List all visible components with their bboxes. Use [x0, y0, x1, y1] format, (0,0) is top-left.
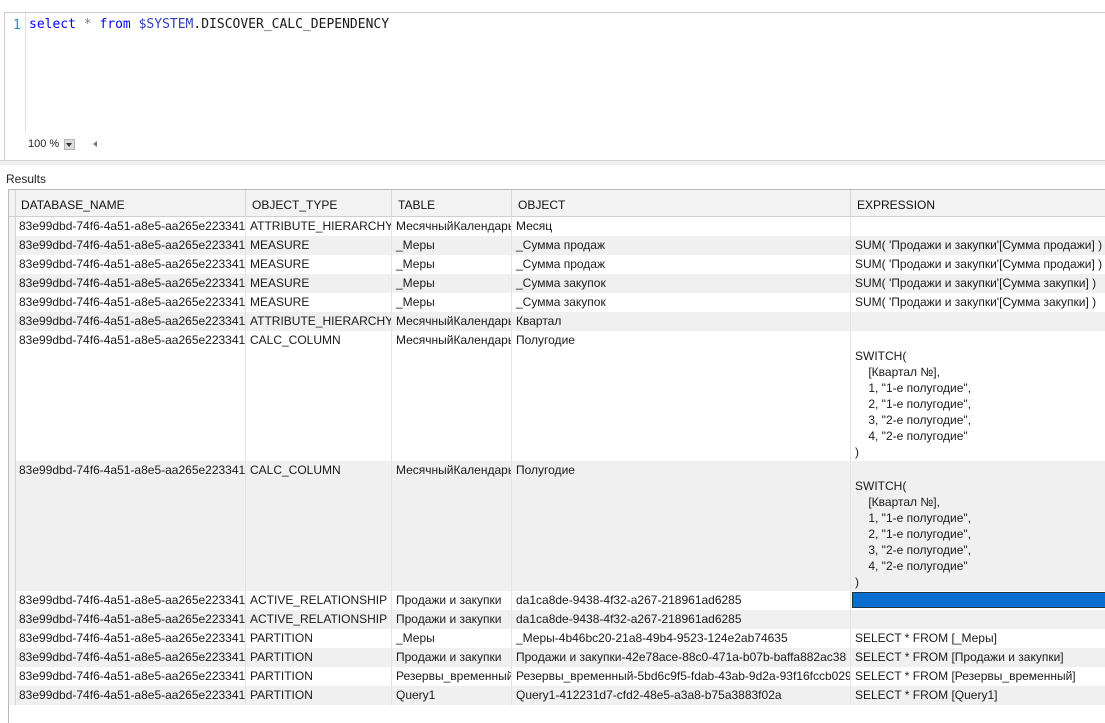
results-grid[interactable]: DATABASE_NAME OBJECT_TYPE TABLE OBJECT EXPRE…: [8, 189, 1105, 723]
column-divider: [850, 216, 851, 705]
sql-keyword-from: from: [99, 17, 131, 32]
cell-table[interactable]: МесячныйКалендарь: [392, 313, 512, 331]
query-text[interactable]: select * from $SYSTEM.DISCOVER_CALC_DEPE…: [29, 17, 389, 32]
line-number-gutter: 1: [5, 13, 26, 133]
cell-object[interactable]: Полугодие: [512, 332, 851, 461]
cell-database-name[interactable]: 83e99dbd-74f6-4a51-a8e5-aa265e223341: [15, 256, 246, 274]
cell-object-type[interactable]: ATTRIBUTE_HIERARCHY: [246, 218, 392, 236]
cell-object-type[interactable]: ACTIVE_RELATIONSHIP: [246, 592, 392, 610]
cell-expression[interactable]: SELECT * FROM [Резервы_временный]: [851, 668, 1105, 686]
cell-expression[interactable]: SWITCH( [Квартал №], 1, "1-е полугодие",…: [851, 332, 1105, 461]
cell-object[interactable]: Полугодие: [512, 462, 851, 591]
cell-object-type[interactable]: MEASURE: [246, 294, 392, 312]
column-header-expression[interactable]: EXPRESSION: [851, 190, 1105, 216]
line-number: 1: [13, 18, 21, 33]
cell-database-name[interactable]: 83e99dbd-74f6-4a51-a8e5-aa265e223341: [15, 592, 246, 610]
cell-table[interactable]: Продажи и закупки: [392, 611, 512, 629]
cell-database-name[interactable]: 83e99dbd-74f6-4a51-a8e5-aa265e223341: [15, 668, 246, 686]
cell-database-name[interactable]: 83e99dbd-74f6-4a51-a8e5-aa265e223341: [15, 649, 246, 667]
cell-expression[interactable]: SUM( 'Продажи и закупки'[Сумма продажи] …: [851, 256, 1105, 274]
sql-system-schema: $SYSTEM: [138, 17, 194, 32]
cell-object[interactable]: Месяц: [512, 218, 851, 236]
column-divider: [511, 216, 512, 705]
cell-database-name[interactable]: 83e99dbd-74f6-4a51-a8e5-aa265e223341: [15, 462, 246, 591]
cell-object-type[interactable]: ACTIVE_RELATIONSHIP: [246, 611, 392, 629]
cell-table[interactable]: _Меры: [392, 630, 512, 648]
cell-object[interactable]: _Сумма закупок: [512, 294, 851, 312]
cell-object-type[interactable]: MEASURE: [246, 256, 392, 274]
cell-object[interactable]: _Сумма продаж: [512, 237, 851, 255]
sql-star: *: [83, 17, 92, 32]
cell-expression[interactable]: SELECT * FROM [Query1]: [851, 687, 1105, 705]
cell-object[interactable]: Резервы_временный-5bd6c9f5-fdab-43ab-9d2…: [512, 668, 851, 686]
cell-object-type[interactable]: PARTITION: [246, 630, 392, 648]
cell-object[interactable]: _Сумма закупок: [512, 275, 851, 293]
cell-table[interactable]: Резервы_временный: [392, 668, 512, 686]
cell-database-name[interactable]: 83e99dbd-74f6-4a51-a8e5-aa265e223341: [15, 332, 246, 461]
zoom-control[interactable]: 100 %: [27, 138, 98, 150]
cell-object-type[interactable]: ATTRIBUTE_HIERARCHY: [246, 313, 392, 331]
cell-table[interactable]: Query1: [392, 687, 512, 705]
cell-database-name[interactable]: 83e99dbd-74f6-4a51-a8e5-aa265e223341: [15, 218, 246, 236]
cell-database-name[interactable]: 83e99dbd-74f6-4a51-a8e5-aa265e223341: [15, 275, 246, 293]
cell-table[interactable]: Продажи и закупки: [392, 592, 512, 610]
cell-object[interactable]: _Меры-4b46bc20-21a8-49b4-9523-124e2ab746…: [512, 630, 851, 648]
cell-table[interactable]: МесячныйКалендарь: [392, 218, 512, 236]
cell-expression[interactable]: SUM( 'Продажи и закупки'[Сумма закупки] …: [851, 275, 1105, 293]
zoom-level: 100 %: [28, 138, 60, 150]
cell-expression[interactable]: [851, 218, 1105, 236]
column-header-object[interactable]: OBJECT: [512, 190, 851, 216]
column-header-database-name[interactable]: DATABASE_NAME: [15, 190, 246, 216]
cell-object[interactable]: Продажи и закупки-42e78ace-88c0-471a-b07…: [512, 649, 851, 667]
cell-table[interactable]: _Меры: [392, 256, 512, 274]
cell-table[interactable]: МесячныйКалендарь: [392, 462, 512, 591]
cell-object-type[interactable]: PARTITION: [246, 649, 392, 667]
column-header-object-type[interactable]: OBJECT_TYPE: [246, 190, 392, 216]
cell-object-type[interactable]: PARTITION: [246, 668, 392, 686]
cell-database-name[interactable]: 83e99dbd-74f6-4a51-a8e5-aa265e223341: [15, 313, 246, 331]
cell-table[interactable]: МесячныйКалендарь: [392, 332, 512, 461]
cell-expression[interactable]: SUM( 'Продажи и закупки'[Сумма закупки] …: [851, 294, 1105, 312]
cell-object[interactable]: _Сумма продаж: [512, 256, 851, 274]
cell-table[interactable]: Продажи и закупки: [392, 649, 512, 667]
cell-database-name[interactable]: 83e99dbd-74f6-4a51-a8e5-aa265e223341: [15, 294, 246, 312]
cell-table[interactable]: _Меры: [392, 275, 512, 293]
cell-database-name[interactable]: 83e99dbd-74f6-4a51-a8e5-aa265e223341: [15, 687, 246, 705]
cell-expression[interactable]: SELECT * FROM [_Меры]: [851, 630, 1105, 648]
results-tab[interactable]: Results: [6, 172, 46, 186]
cell-object-type[interactable]: CALC_COLUMN: [246, 462, 392, 591]
pane-splitter[interactable]: [0, 160, 1105, 165]
cell-object-type[interactable]: CALC_COLUMN: [246, 332, 392, 461]
cell-table[interactable]: _Меры: [392, 294, 512, 312]
column-divider: [391, 216, 392, 705]
cell-object[interactable]: Query1-412231d7-cfd2-48e5-a3a8-b75a3883f…: [512, 687, 851, 705]
cell-object[interactable]: da1ca8de-9438-4f32-a267-218961ad6285: [512, 611, 851, 629]
cell-expression[interactable]: [851, 592, 1105, 610]
scroll-left-arrow-icon[interactable]: [93, 141, 98, 147]
cell-table[interactable]: _Меры: [392, 237, 512, 255]
cell-expression[interactable]: SUM( 'Продажи и закупки'[Сумма продажи] …: [851, 237, 1105, 255]
cell-object-type[interactable]: MEASURE: [246, 237, 392, 255]
cell-expression[interactable]: [851, 611, 1105, 629]
column-header-table[interactable]: TABLE: [392, 190, 512, 216]
zoom-dropdown-icon[interactable]: [64, 138, 76, 150]
cell-object-type[interactable]: MEASURE: [246, 275, 392, 293]
cell-expression[interactable]: SWITCH( [Квартал №], 1, "1-е полугодие",…: [851, 462, 1105, 591]
grid-header-row: DATABASE_NAME OBJECT_TYPE TABLE OBJECT EXPRE…: [9, 190, 1105, 217]
cell-expression[interactable]: SELECT * FROM [Продажи и закупки]: [851, 649, 1105, 667]
cell-database-name[interactable]: 83e99dbd-74f6-4a51-a8e5-aa265e223341: [15, 237, 246, 255]
sql-rowset-name: .DISCOVER_CALC_DEPENDENCY: [193, 17, 390, 32]
cell-expression[interactable]: [851, 313, 1105, 331]
column-divider: [245, 216, 246, 705]
sql-keyword-select: select: [29, 17, 76, 32]
query-editor[interactable]: 1 select * from $SYSTEM.DISCOVER_CALC_DE…: [4, 12, 1105, 160]
cell-object-type[interactable]: PARTITION: [246, 687, 392, 705]
cell-object[interactable]: Квартал: [512, 313, 851, 331]
cell-database-name[interactable]: 83e99dbd-74f6-4a51-a8e5-aa265e223341: [15, 630, 246, 648]
cell-database-name[interactable]: 83e99dbd-74f6-4a51-a8e5-aa265e223341: [15, 611, 246, 629]
cell-object[interactable]: da1ca8de-9438-4f32-a267-218961ad6285: [512, 592, 851, 610]
